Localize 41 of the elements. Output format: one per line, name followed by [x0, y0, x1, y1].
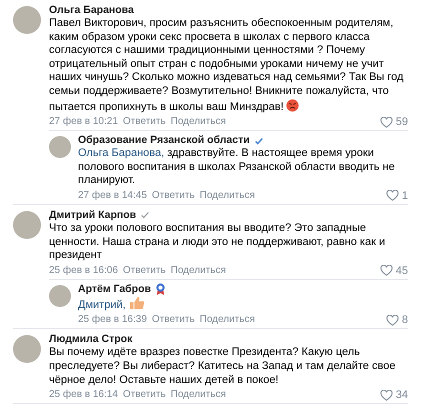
heart-icon[interactable]: [380, 390, 393, 401]
comment-text: Что за уроки полового воспитания вы вводите? Это западные ценности. Наша страна и люди это не поддерживают, равно как и президент: [49, 222, 386, 262]
reply-link[interactable]: Ответить: [122, 388, 166, 402]
heart-icon[interactable]: [380, 265, 393, 276]
share-link[interactable]: Поделиться: [200, 188, 255, 203]
comment-date: 25 фев в 16:39: [78, 313, 147, 328]
mention-link[interactable]: Ольга Баранова,: [78, 147, 164, 160]
author-name[interactable]: Артём Габров: [78, 282, 151, 296]
like-count: 59: [396, 115, 408, 130]
avatar-photo: [13, 210, 41, 239]
comment-date: 25 фев в 16:06: [49, 264, 118, 278]
mention-link[interactable]: Дмитрий,: [78, 298, 126, 311]
avatar-photo: [49, 136, 71, 158]
avatar-photo: [13, 6, 41, 34]
avatar-photo: [13, 335, 41, 364]
comment-date: 27 фев в 10:21: [49, 115, 118, 130]
comment-text: Павел Викторович, просим разъяснить обеспокоенным родителям, каким образом уроки секс просвета в школах с первого класса согласуются с нашими традиционными ценностями ? Почему отрицательный опыт стран с подобными уроками ничему не учит наших чинушь? Сколько можно издеваться над семьями? Так Вы год семьи поддерживаете? Возмутительно! Вникните пожалуйста, что пытается пропихнуть в школы ваш Минздрав!: [49, 17, 404, 113]
share-link[interactable]: Поделиться: [170, 388, 226, 402]
avatar-photo: [49, 284, 71, 307]
like-count: 1: [402, 188, 408, 203]
comment-date: 25 фев в 16:14: [49, 388, 118, 402]
heart-icon[interactable]: [386, 314, 399, 326]
comment-text: Ольга Баранова, здравствуйте. В настоящее время уроки полового воспитания в школах Рязанской области вводить не планируют.: [78, 147, 395, 186]
author-name[interactable]: Ольга Баранова: [49, 4, 134, 17]
comment-date: 27 фев в 14:45: [78, 188, 147, 203]
like-count: 34: [396, 388, 408, 402]
reply-link[interactable]: Ответить: [122, 115, 166, 130]
comment-text: Вы почему идёте вразрез повестке Президента? Какую цель преследуете? Вы либераст? Катитесь на Запад и там делайте свое чёрное дело! Оставьте наших детей в покое!: [49, 346, 396, 386]
author-name[interactable]: Образование Рязанской области: [78, 134, 250, 148]
heart-icon[interactable]: [386, 190, 399, 202]
share-link[interactable]: Поделиться: [170, 264, 226, 278]
share-link[interactable]: Поделиться: [200, 313, 255, 328]
share-link[interactable]: Поделиться: [170, 115, 226, 130]
reply-link[interactable]: Ответить: [152, 313, 195, 328]
reply-link[interactable]: Ответить: [152, 188, 195, 203]
reply-link[interactable]: Ответить: [122, 264, 166, 278]
heart-icon[interactable]: [380, 116, 393, 128]
like-count: 8: [402, 313, 408, 328]
like-count: 45: [396, 264, 408, 278]
author-name[interactable]: Людмила Строк: [49, 333, 132, 346]
author-name[interactable]: Дмитрий Карпов: [49, 208, 136, 222]
